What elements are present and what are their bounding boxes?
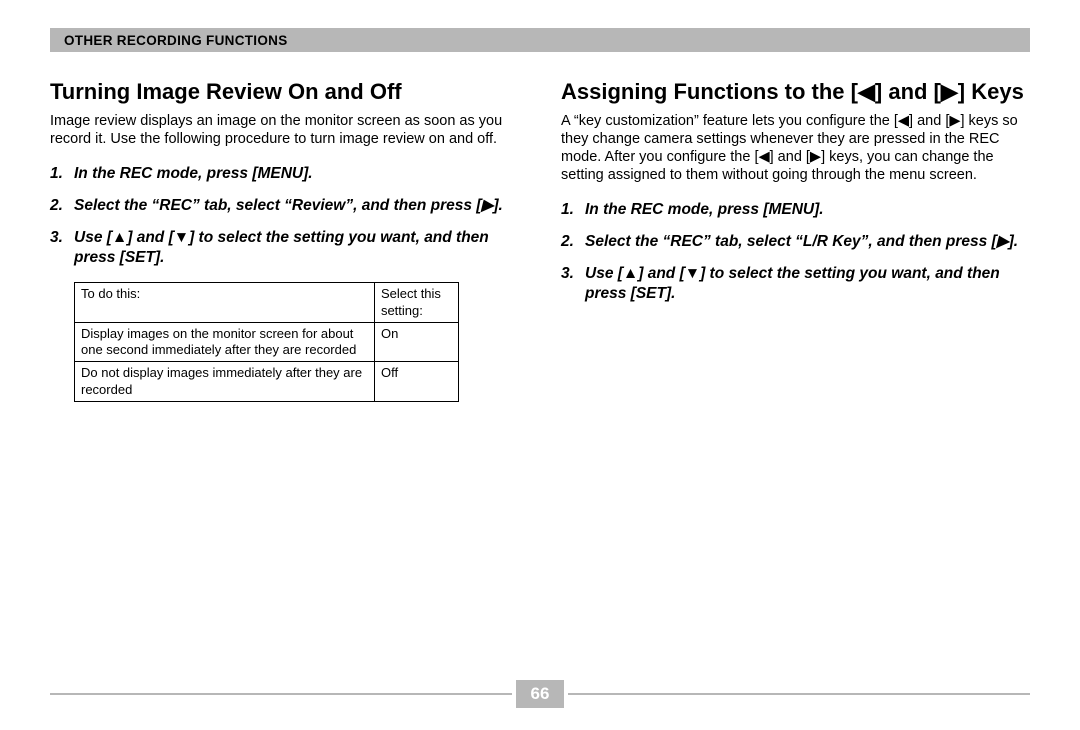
table-cell-setting: Off [374, 362, 458, 402]
page-number: 66 [516, 680, 564, 708]
list-item: 3. Use [▲] and [▼] to select the setting… [50, 228, 519, 268]
table-header-setting: Select this setting: [374, 283, 458, 323]
left-steps: 1. In the REC mode, press [MENU]. 2. Sel… [50, 164, 519, 269]
list-item: 1. In the REC mode, press [MENU]. [561, 200, 1030, 220]
list-item: 3. Use [▲] and [▼] to select the setting… [561, 264, 1030, 304]
content-columns: Turning Image Review On and Off Image re… [50, 66, 1030, 402]
step-text: Use [▲] and [▼] to select the setting yo… [585, 264, 1030, 304]
list-item: 1. In the REC mode, press [MENU]. [50, 164, 519, 184]
step-text: Select the “REC” tab, select “Review”, a… [74, 196, 519, 216]
table-row: Do not display images immediately after … [75, 362, 459, 402]
right-title: Assigning Functions to the [◀] and [▶] K… [561, 78, 1030, 106]
step-text: Use [▲] and [▼] to select the setting yo… [74, 228, 519, 268]
left-title: Turning Image Review On and Off [50, 78, 519, 106]
step-number: 2. [50, 196, 74, 216]
footer-rule-right [568, 693, 1030, 695]
table-row: To do this: Select this setting: [75, 283, 459, 323]
step-number: 3. [561, 264, 585, 304]
step-text: In the REC mode, press [MENU]. [585, 200, 1030, 220]
left-column: Turning Image Review On and Off Image re… [50, 66, 519, 402]
step-text: Select the “REC” tab, select “L/R Key”, … [585, 232, 1030, 252]
right-intro: A “key customization” feature lets you c… [561, 112, 1030, 185]
table-cell-action: Display images on the monitor screen for… [75, 322, 375, 362]
table-cell-action: Do not display images immediately after … [75, 362, 375, 402]
section-header-bar: Other Recording Functions [50, 28, 1030, 52]
step-number: 3. [50, 228, 74, 268]
step-number: 2. [561, 232, 585, 252]
footer: 66 [50, 680, 1030, 708]
right-column: Assigning Functions to the [◀] and [▶] K… [561, 66, 1030, 402]
step-number: 1. [561, 200, 585, 220]
settings-table: To do this: Select this setting: Display… [74, 282, 459, 402]
list-item: 2. Select the “REC” tab, select “Review”… [50, 196, 519, 216]
left-intro: Image review displays an image on the mo… [50, 112, 519, 148]
page-root: Other Recording Functions Turning Image … [0, 0, 1080, 730]
section-header-title: Other Recording Functions [64, 33, 288, 48]
step-text: In the REC mode, press [MENU]. [74, 164, 519, 184]
table-cell-setting: On [374, 322, 458, 362]
right-steps: 1. In the REC mode, press [MENU]. 2. Sel… [561, 200, 1030, 305]
step-number: 1. [50, 164, 74, 184]
list-item: 2. Select the “REC” tab, select “L/R Key… [561, 232, 1030, 252]
table-header-action: To do this: [75, 283, 375, 323]
table-row: Display images on the monitor screen for… [75, 322, 459, 362]
footer-rule-left [50, 693, 512, 695]
